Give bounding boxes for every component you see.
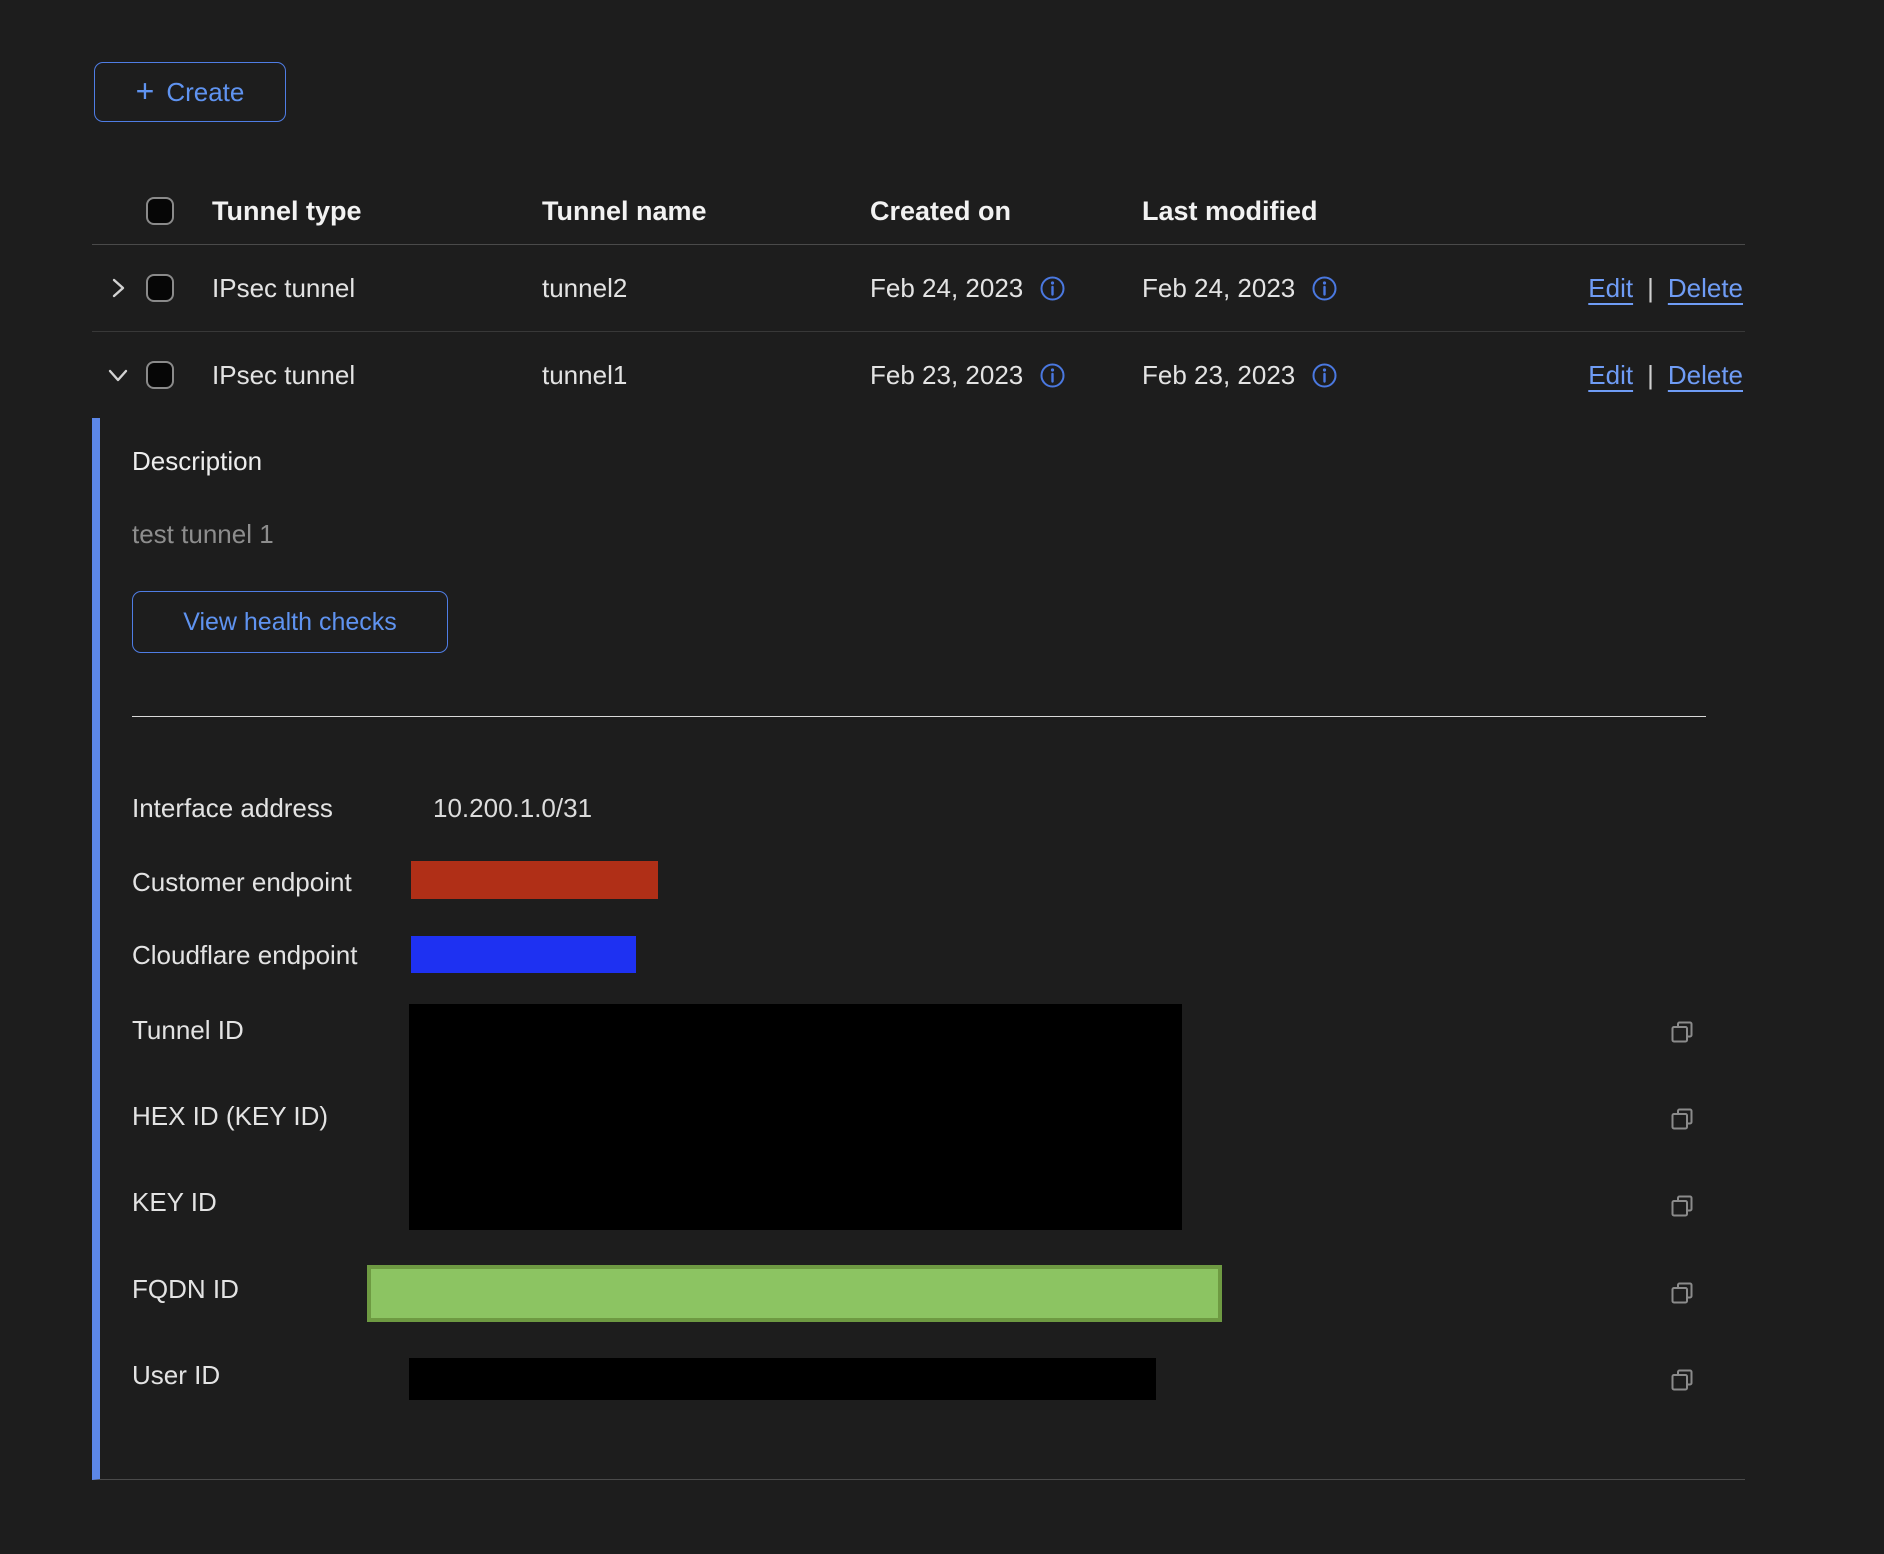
info-icon[interactable] (1311, 275, 1338, 302)
action-separator: | (1647, 360, 1654, 391)
table-row-tunnel1: IPsec tunnel tunnel1 Feb 23, 2023 Feb 23… (92, 332, 1745, 418)
key-id-label: KEY ID (132, 1187, 217, 1217)
create-button[interactable]: + Create (94, 62, 286, 122)
edit-link[interactable]: Edit (1588, 360, 1633, 391)
fqdn-id-redacted-value (367, 1265, 1222, 1322)
user-id-redacted-value (409, 1358, 1156, 1400)
column-header-created-on: Created on (870, 196, 1142, 227)
interface-address-value: 10.200.1.0/31 (433, 793, 592, 823)
column-header-last-modified: Last modified (1142, 196, 1422, 227)
row-checkbox[interactable] (146, 274, 174, 302)
ids-redacted-value (409, 1004, 1182, 1230)
tunnel-name-cell: tunnel2 (542, 273, 870, 304)
info-icon[interactable] (1039, 362, 1066, 389)
tunnel-id-label: Tunnel ID (132, 1015, 244, 1045)
tunnel-type-cell: IPsec tunnel (212, 273, 542, 304)
created-on-cell: Feb 23, 2023 (870, 360, 1023, 391)
chevron-down-icon[interactable] (104, 361, 132, 389)
last-modified-cell: Feb 24, 2023 (1142, 273, 1295, 304)
customer-endpoint-label: Customer endpoint (132, 867, 352, 897)
user-id-label: User ID (132, 1360, 220, 1390)
plus-icon: + (136, 75, 155, 107)
description-label: Description (132, 418, 1745, 477)
delete-link[interactable]: Delete (1668, 273, 1743, 304)
column-header-tunnel-name: Tunnel name (542, 196, 870, 227)
created-on-cell: Feb 24, 2023 (870, 273, 1023, 304)
edit-link[interactable]: Edit (1588, 273, 1633, 304)
last-modified-cell: Feb 23, 2023 (1142, 360, 1295, 391)
ipsec-tunnels-page: + Create Tunnel type Tunnel name Created… (0, 0, 1884, 1554)
info-icon[interactable] (1039, 275, 1066, 302)
info-icon[interactable] (1311, 362, 1338, 389)
fqdn-id-label: FQDN ID (132, 1274, 239, 1304)
delete-link[interactable]: Delete (1668, 360, 1743, 391)
customer-endpoint-redacted-value (411, 861, 658, 899)
tunnel-type-cell: IPsec tunnel (212, 360, 542, 391)
tunnels-table: Tunnel type Tunnel name Created on Last … (92, 178, 1745, 1480)
table-row-tunnel2: IPsec tunnel tunnel2 Feb 24, 2023 Feb 24… (92, 245, 1745, 332)
chevron-right-icon[interactable] (104, 274, 132, 302)
tunnel-name-cell: tunnel1 (542, 360, 870, 391)
copy-icon[interactable] (1667, 1104, 1697, 1134)
interface-address-label: Interface address (132, 793, 333, 823)
copy-icon[interactable] (1667, 1365, 1697, 1395)
select-all-checkbox[interactable] (146, 197, 174, 225)
create-button-label: Create (166, 77, 244, 108)
cloudflare-endpoint-label: Cloudflare endpoint (132, 940, 358, 970)
copy-icon[interactable] (1667, 1278, 1697, 1308)
copy-icon[interactable] (1667, 1017, 1697, 1047)
tunnel-detail-fields: Interface address 10.200.1.0/31 Customer… (100, 717, 1745, 1470)
column-header-tunnel-type: Tunnel type (212, 196, 542, 227)
table-header-row: Tunnel type Tunnel name Created on Last … (92, 178, 1745, 245)
cloudflare-endpoint-redacted-value (411, 936, 636, 973)
hex-id-label: HEX ID (KEY ID) (132, 1101, 328, 1131)
copy-icon[interactable] (1667, 1191, 1697, 1221)
row-checkbox[interactable] (146, 361, 174, 389)
tunnel-details-panel: Description test tunnel 1 View health ch… (92, 418, 1745, 1480)
description-value: test tunnel 1 (132, 519, 1745, 550)
view-health-checks-button[interactable]: View health checks (132, 591, 448, 653)
action-separator: | (1647, 273, 1654, 304)
